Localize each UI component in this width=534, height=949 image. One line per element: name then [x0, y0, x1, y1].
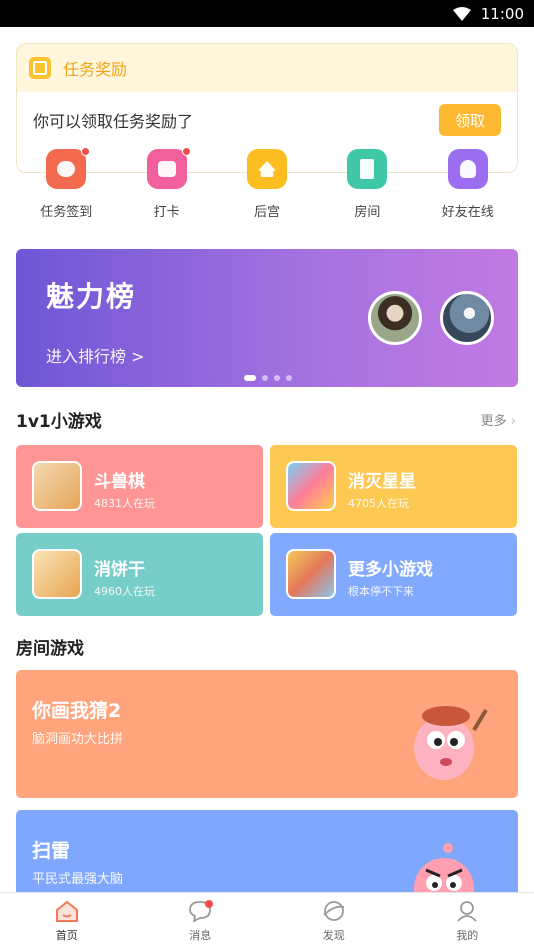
claim-button[interactable]: 领取	[439, 104, 501, 136]
room-card-draw-guess[interactable]: 你画我猜2 脑洞画功大比拼	[16, 670, 518, 798]
room-game-name: 你画我猜2	[32, 700, 122, 722]
carousel-dot	[244, 375, 256, 381]
game-card-animal-chess[interactable]: 斗兽棋 4831人在玩	[16, 445, 263, 528]
tab-home[interactable]: 首页	[0, 893, 134, 949]
angry-mascot-icon	[414, 843, 474, 892]
room-games-title: 房间游戏	[16, 639, 84, 659]
tab-discover[interactable]: 发现	[267, 893, 401, 949]
game-players: 4831人在玩	[94, 497, 155, 510]
more-link[interactable]: 更多 ›	[481, 410, 516, 429]
user-icon	[447, 149, 488, 189]
quick-item-label: 房间	[354, 205, 381, 220]
status-bar: 11:00	[0, 0, 534, 27]
cookie-icon	[32, 549, 82, 599]
bottom-tab-bar: 首页 消息 发现 我的	[0, 892, 534, 949]
charm-ranking-banner[interactable]: 魅力榜 进入排行榜 >	[16, 249, 518, 387]
quick-item-label: 任务签到	[40, 205, 93, 220]
task-reward-body: 你可以领取任务奖励了 领取	[17, 92, 517, 148]
banner-subtitle: 进入排行榜 >	[46, 347, 145, 366]
game-players: 根本停不下来	[348, 585, 414, 598]
animal-chess-icon	[32, 461, 82, 511]
task-reward-icon	[29, 57, 51, 79]
room-game-desc: 平民式最强大脑	[32, 872, 124, 887]
carousel-dot	[274, 375, 280, 381]
quick-item-punch[interactable]: 打卡	[116, 147, 216, 229]
game-name: 更多小游戏	[348, 560, 433, 580]
room-card-minesweeper[interactable]: 扫雷 平民式最强大脑	[16, 810, 518, 892]
wifi-icon	[452, 6, 471, 21]
quick-item-label: 好友在线	[441, 205, 494, 220]
tab-profile[interactable]: 我的	[401, 893, 534, 949]
door-icon	[347, 149, 388, 189]
more-games-icon	[286, 549, 336, 599]
painter-mascot-icon	[414, 706, 488, 780]
quick-item-label: 后宫	[253, 205, 280, 220]
task-reward-message: 你可以领取任务奖励了	[33, 112, 194, 131]
chevron-right-icon: ›	[510, 414, 516, 429]
user-icon	[457, 900, 477, 922]
quick-item-room[interactable]: 房间	[317, 149, 417, 229]
quick-item-label: 打卡	[153, 205, 180, 220]
checkin-icon	[46, 147, 91, 189]
room-game-name: 扫雷	[32, 840, 71, 862]
game-name: 斗兽棋	[94, 472, 145, 492]
chat-bubble-icon	[189, 899, 214, 922]
home-content[interactable]: 任务奖励 你可以领取任务奖励了 领取 任务签到 打卡 后宫 房间 好友在线 魅力	[0, 27, 534, 892]
game-card-pop-star[interactable]: 消灭星星 4705人在玩	[270, 445, 517, 528]
room-game-desc: 脑洞画功大比拼	[32, 732, 124, 747]
mini-games-title: 1v1小游戏	[16, 412, 102, 432]
quick-item-checkin[interactable]: 任务签到	[16, 147, 116, 229]
carousel-dot	[286, 375, 292, 381]
game-players: 4705人在玩	[348, 497, 409, 510]
home-icon	[55, 900, 78, 922]
carousel-indicator	[244, 375, 292, 381]
badge-dot	[181, 147, 191, 156]
planet-icon	[323, 900, 344, 921]
avatar	[368, 291, 422, 345]
status-time: 11:00	[480, 4, 524, 23]
game-card-more-games[interactable]: 更多小游戏 根本停不下来	[270, 533, 517, 616]
calendar-icon	[146, 147, 191, 189]
game-name: 消饼干	[94, 560, 145, 580]
tab-label: 首页	[55, 928, 78, 942]
task-reward-header: 任务奖励	[17, 44, 517, 92]
game-name: 消灭星星	[348, 472, 416, 492]
quick-item-palace[interactable]: 后宫	[217, 149, 317, 229]
more-label: 更多	[480, 414, 507, 429]
palace-icon	[246, 149, 287, 189]
banner-title: 魅力榜	[46, 280, 137, 313]
game-players: 4960人在玩	[94, 585, 155, 598]
quick-entry-row: 任务签到 打卡 后宫 房间 好友在线	[16, 147, 518, 229]
avatar	[440, 291, 494, 345]
tab-label: 消息	[189, 928, 212, 942]
tab-label: 发现	[322, 928, 345, 942]
tab-messages[interactable]: 消息	[134, 893, 268, 949]
tab-label: 我的	[456, 928, 479, 942]
carousel-dot	[262, 375, 268, 381]
task-reward-title: 任务奖励	[63, 60, 128, 79]
badge-dot	[81, 147, 91, 156]
pop-star-icon	[286, 461, 336, 511]
quick-item-friends-online[interactable]: 好友在线	[418, 149, 518, 229]
game-card-cookie[interactable]: 消饼干 4960人在玩	[16, 533, 263, 616]
